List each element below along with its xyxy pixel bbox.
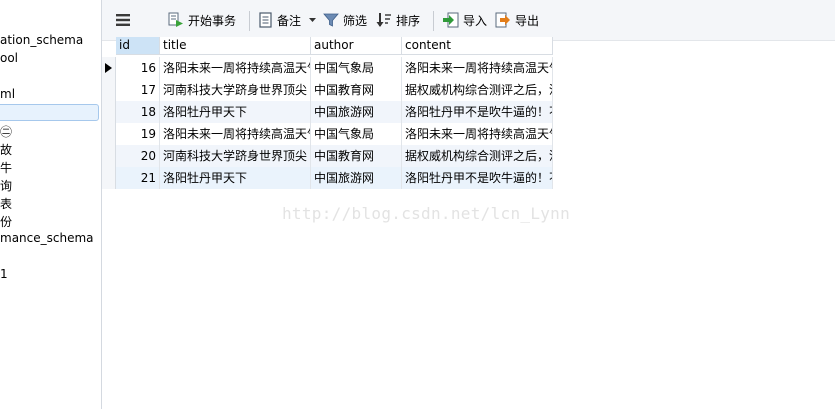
column-header-title[interactable]: title — [160, 37, 311, 55]
table-row[interactable]: 21 洛阳牡丹甲天下 中国旅游网 洛阳牡丹甲不是吹牛逼的！不 — [102, 167, 553, 189]
memo-button[interactable]: 备注 — [259, 10, 317, 30]
row-indicator[interactable] — [102, 57, 116, 79]
navigator-panel: ation_schema ool ml ㊁ 故 牛 询 表 份 mance_sc… — [0, 0, 102, 409]
import-label: 导入 — [463, 13, 488, 28]
navigator-item[interactable]: ㊁ — [0, 123, 12, 140]
filter-icon — [323, 13, 339, 27]
row-indicator[interactable] — [102, 79, 116, 101]
current-row-arrow-icon — [105, 63, 112, 73]
toolbar: 开始事务 备注 筛选 排序 导入 导出 — [102, 0, 835, 41]
cell-id[interactable]: 17 — [116, 79, 160, 101]
cell-author[interactable]: 中国教育网 — [311, 79, 402, 101]
navigator-item[interactable]: mance_schema — [0, 231, 94, 245]
table-row[interactable]: 18 洛阳牡丹甲天下 中国旅游网 洛阳牡丹甲不是吹牛逼的！不 — [102, 101, 553, 123]
navigator-item[interactable]: 表 — [0, 195, 12, 212]
cell-id[interactable]: 21 — [116, 167, 160, 189]
export-button[interactable]: 导出 — [495, 10, 539, 30]
memo-label: 备注 — [277, 13, 302, 28]
cell-title[interactable]: 洛阳牡丹甲天下 — [160, 167, 311, 189]
import-icon — [443, 12, 459, 28]
import-button[interactable]: 导入 — [443, 10, 487, 30]
row-indicator[interactable] — [102, 123, 116, 145]
navigator-item[interactable]: 故 — [0, 141, 12, 158]
sort-button[interactable]: 排序 — [376, 10, 420, 30]
cell-content[interactable]: 洛阳牡丹甲不是吹牛逼的！不 — [402, 167, 553, 189]
navigator-item[interactable]: 牛 — [0, 159, 12, 176]
cell-content[interactable]: 据权威机构综合测评之后，河 — [402, 145, 553, 167]
begin-transaction-label: 开始事务 — [188, 13, 237, 28]
row-indicator[interactable] — [102, 167, 116, 189]
row-indicator[interactable] — [102, 101, 116, 123]
navigator-item[interactable]: ml — [0, 87, 15, 101]
column-header-content[interactable]: content — [402, 37, 553, 55]
cell-content[interactable]: 据权威机构综合测评之后，河 — [402, 79, 553, 101]
cell-author[interactable]: 中国旅游网 — [311, 167, 402, 189]
hamburger-menu-icon — [116, 14, 130, 26]
cell-content[interactable]: 洛阳未来一周将持续高温天气 — [402, 57, 553, 79]
navigator-item[interactable]: 1 — [0, 267, 8, 281]
export-label: 导出 — [515, 13, 540, 28]
menu-button[interactable] — [116, 10, 130, 30]
navigator-item[interactable]: ool — [0, 51, 18, 65]
column-header-author[interactable]: author — [311, 37, 402, 55]
table-row[interactable]: 16 洛阳未来一周将持续高温天气 中国气象局 洛阳未来一周将持续高温天气 — [102, 57, 553, 79]
cell-content[interactable]: 洛阳未来一周将持续高温天气 — [402, 123, 553, 145]
cell-author[interactable]: 中国气象局 — [311, 57, 402, 79]
toolbar-divider — [249, 11, 250, 31]
cell-title[interactable]: 河南科技大学跻身世界顶尖 — [160, 145, 311, 167]
cell-title[interactable]: 洛阳牡丹甲天下 — [160, 101, 311, 123]
dropdown-arrow-icon — [309, 18, 317, 22]
column-header-id[interactable]: id — [116, 37, 160, 55]
row-indicator[interactable] — [102, 145, 116, 167]
cell-author[interactable]: 中国教育网 — [311, 145, 402, 167]
cell-title[interactable]: 河南科技大学跻身世界顶尖 — [160, 79, 311, 101]
table-row[interactable]: 17 河南科技大学跻身世界顶尖 中国教育网 据权威机构综合测评之后，河 — [102, 79, 553, 101]
table-row[interactable]: 19 洛阳未来一周将持续高温天气 中国气象局 洛阳未来一周将持续高温天气 — [102, 123, 553, 145]
watermark: http://blog.csdn.net/lcn_Lynn — [282, 204, 571, 223]
filter-label: 筛选 — [343, 13, 368, 28]
navigator-item[interactable]: ation_schema — [0, 33, 83, 47]
cell-id[interactable]: 16 — [116, 57, 160, 79]
memo-icon — [259, 12, 272, 28]
navigator-item[interactable]: 份 — [0, 213, 12, 230]
transaction-icon — [168, 12, 183, 27]
navigator-selected-item[interactable] — [0, 104, 99, 121]
cell-id[interactable]: 19 — [116, 123, 160, 145]
navigator-item[interactable]: 询 — [0, 177, 12, 194]
cell-author[interactable]: 中国气象局 — [311, 123, 402, 145]
cell-content[interactable]: 洛阳牡丹甲不是吹牛逼的！不 — [402, 101, 553, 123]
toolbar-divider — [433, 11, 434, 31]
sort-icon — [376, 13, 391, 27]
sort-label: 排序 — [396, 13, 421, 28]
cell-title[interactable]: 洛阳未来一周将持续高温天气 — [160, 123, 311, 145]
cell-author[interactable]: 中国旅游网 — [311, 101, 402, 123]
begin-transaction-button[interactable]: 开始事务 — [168, 10, 236, 30]
cell-id[interactable]: 18 — [116, 101, 160, 123]
cell-title[interactable]: 洛阳未来一周将持续高温天气 — [160, 57, 311, 79]
table-row[interactable]: 20 河南科技大学跻身世界顶尖 中国教育网 据权威机构综合测评之后，河 — [102, 145, 553, 167]
cell-id[interactable]: 20 — [116, 145, 160, 167]
export-icon — [495, 12, 510, 28]
filter-button[interactable]: 筛选 — [323, 10, 367, 30]
